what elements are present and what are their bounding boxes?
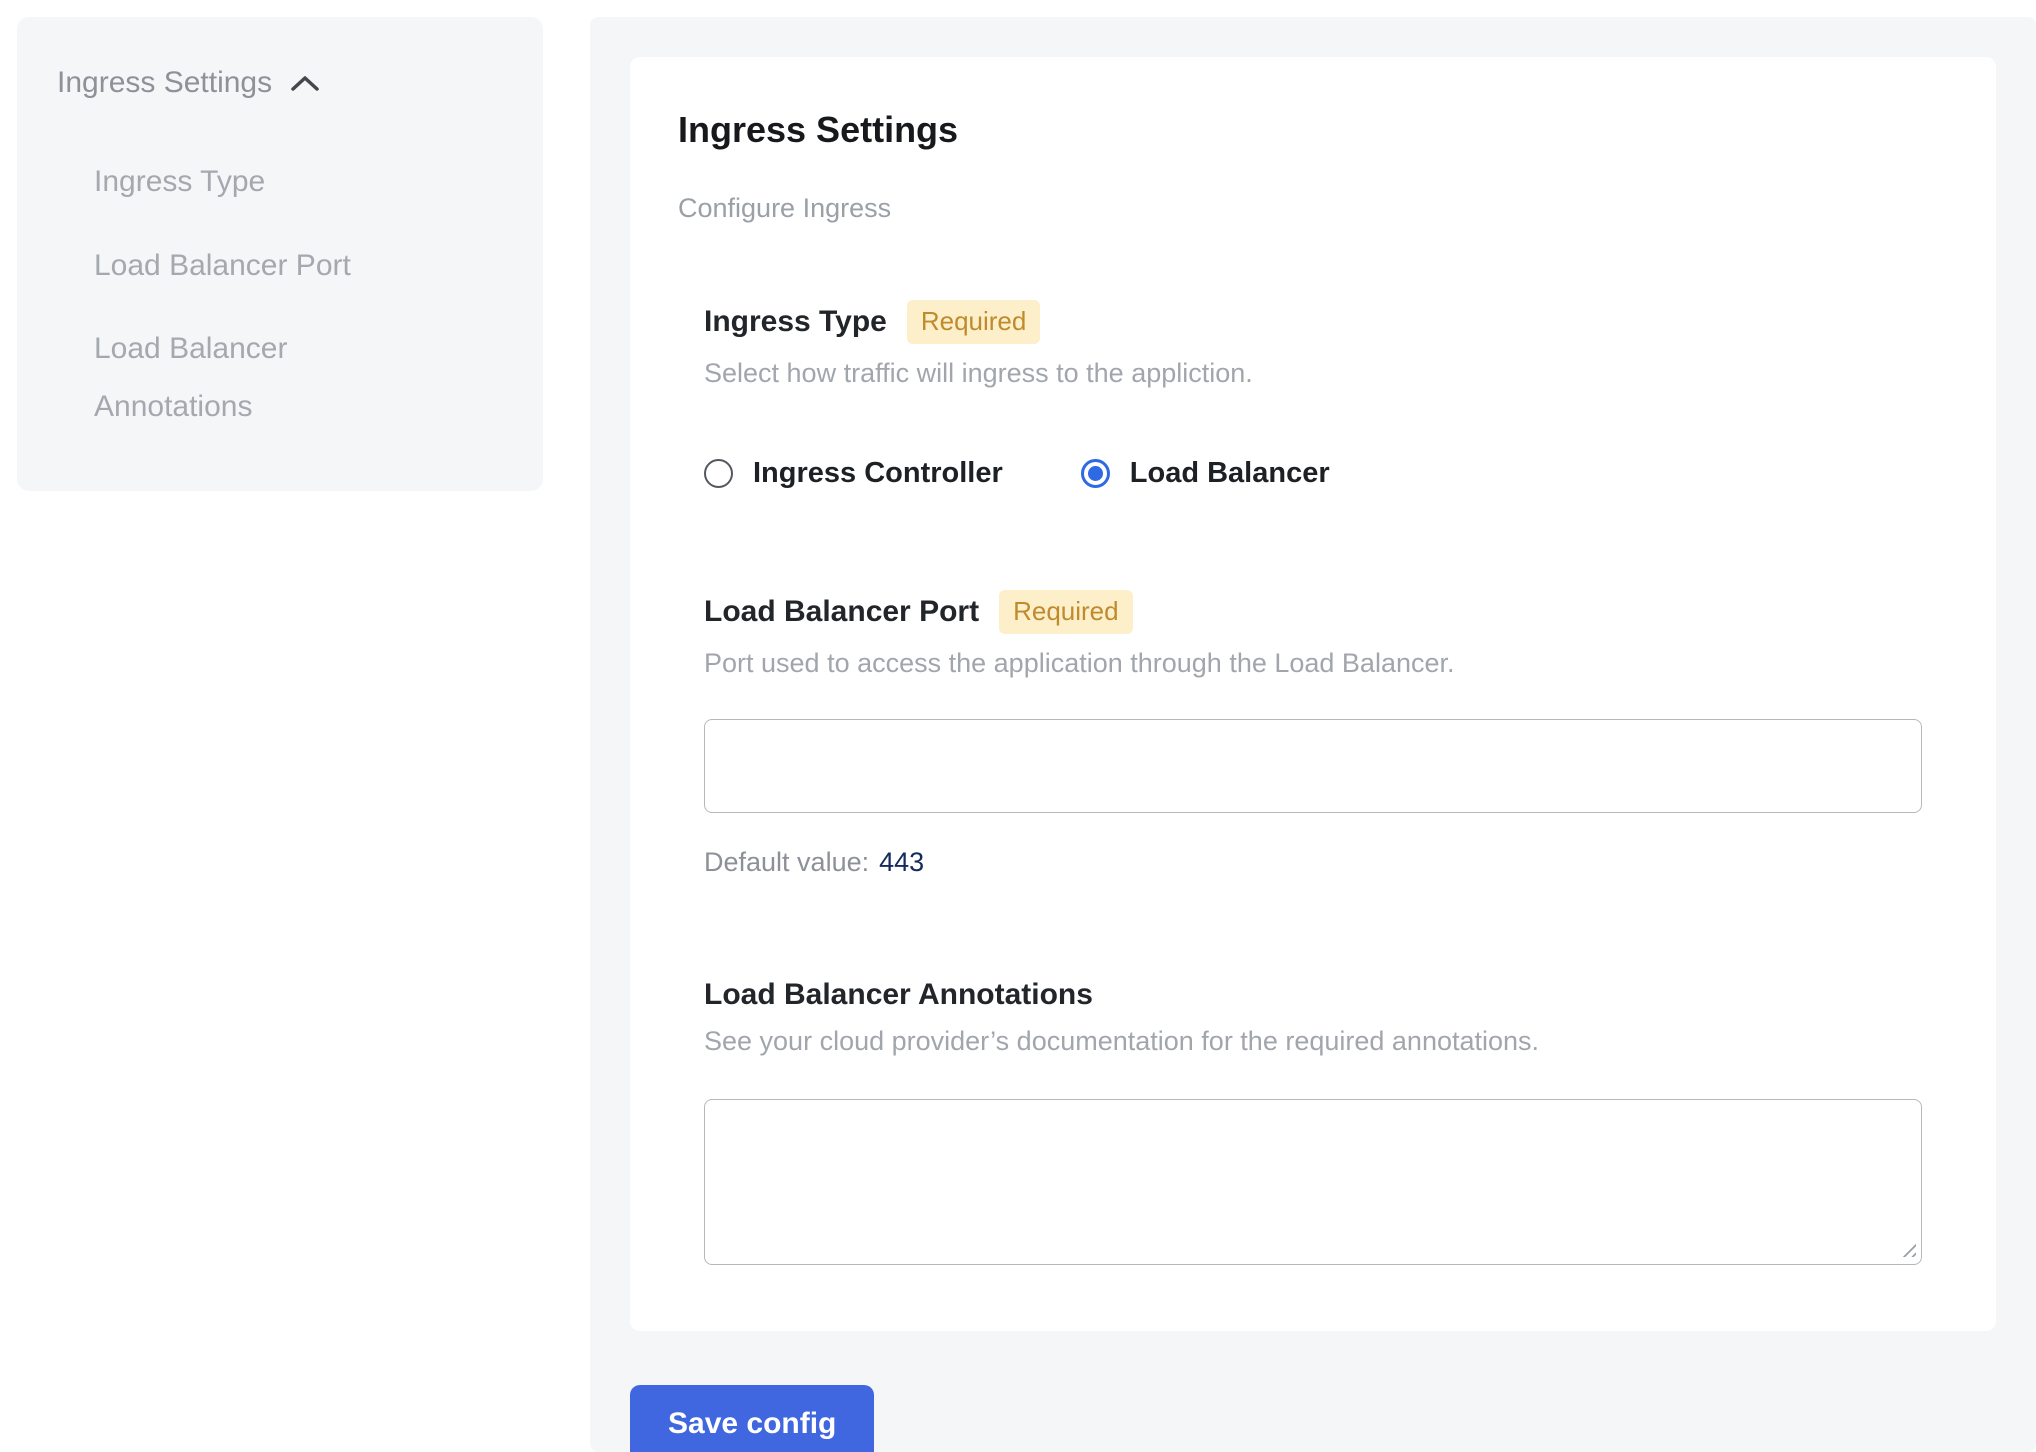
radio-selected-icon[interactable] <box>1081 459 1110 488</box>
sidebar: Ingress Settings Ingress Type Load Balan… <box>17 17 543 491</box>
fields: Ingress Type Required Select how traffic… <box>678 300 1948 1265</box>
chevron-up-icon <box>290 74 320 92</box>
sidebar-group-label: Ingress Settings <box>57 65 272 101</box>
default-value-label: Default value: <box>704 847 869 877</box>
spacer <box>704 490 1922 590</box>
load-balancer-port-input[interactable] <box>704 719 1922 813</box>
load-balancer-annotations-textarea[interactable] <box>704 1099 1922 1265</box>
load-balancer-annotations-label: Load Balancer Annotations <box>704 978 1093 1012</box>
sidebar-group-ingress-settings[interactable]: Ingress Settings <box>57 65 503 101</box>
load-balancer-annotations-head: Load Balancer Annotations <box>704 978 1922 1012</box>
radio-label-load-balancer: Load Balancer <box>1130 457 1330 490</box>
sidebar-item-load-balancer-annotations[interactable]: Load Balancer Annotations <box>94 320 434 435</box>
load-balancer-port-label: Load Balancer Port <box>704 595 979 629</box>
load-balancer-port-description: Port used to access the application thro… <box>704 646 1922 681</box>
radio-label-ingress-controller: Ingress Controller <box>753 457 1003 490</box>
radio-unselected-icon[interactable] <box>704 459 733 488</box>
field-load-balancer-annotations: Load Balancer Annotations See your cloud… <box>704 978 1922 1265</box>
radio-option-load-balancer[interactable]: Load Balancer <box>1081 457 1330 490</box>
load-balancer-port-head: Load Balancer Port Required <box>704 590 1922 634</box>
ingress-type-head: Ingress Type Required <box>704 300 1922 344</box>
sidebar-nav: Ingress Type Load Balancer Port Load Bal… <box>57 153 503 435</box>
required-badge: Required <box>907 300 1041 344</box>
sidebar-item-load-balancer-port[interactable]: Load Balancer Port <box>94 237 434 295</box>
main-panel: Ingress Settings Configure Ingress Ingre… <box>590 17 2036 1452</box>
save-config-button[interactable]: Save config <box>630 1385 874 1452</box>
radio-option-ingress-controller[interactable]: Ingress Controller <box>704 457 1003 490</box>
spacer <box>704 878 1922 978</box>
textarea-wrap <box>704 1099 1922 1265</box>
ingress-type-label: Ingress Type <box>704 305 887 339</box>
default-value-row: Default value: 443 <box>704 847 1922 878</box>
page-subtitle: Configure Ingress <box>678 193 1948 224</box>
field-ingress-type: Ingress Type Required Select how traffic… <box>704 300 1922 490</box>
required-badge: Required <box>999 590 1133 634</box>
page-title: Ingress Settings <box>678 109 1948 151</box>
ingress-type-description: Select how traffic will ingress to the a… <box>704 356 1922 391</box>
load-balancer-annotations-description: See your cloud provider’s documentation … <box>704 1024 1922 1059</box>
field-load-balancer-port: Load Balancer Port Required Port used to… <box>704 590 1922 878</box>
sidebar-item-ingress-type[interactable]: Ingress Type <box>94 153 434 211</box>
default-value: 443 <box>879 847 924 877</box>
ingress-type-radio-group: Ingress Controller Load Balancer <box>704 457 1922 490</box>
ingress-settings-card: Ingress Settings Configure Ingress Ingre… <box>630 57 1996 1331</box>
page: Ingress Settings Ingress Type Load Balan… <box>0 0 2036 1452</box>
